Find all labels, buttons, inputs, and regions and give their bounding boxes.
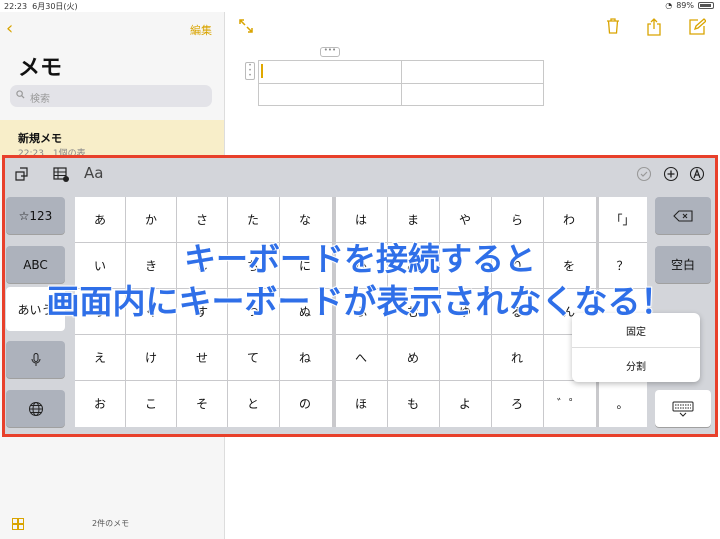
compose-icon[interactable]: [688, 18, 707, 40]
edit-button[interactable]: 編集: [190, 22, 212, 38]
page-title: メモ: [18, 56, 63, 81]
kana-key[interactable]: ね: [280, 335, 330, 380]
table-cell[interactable]: [400, 60, 544, 84]
search-placeholder: 検索: [30, 94, 50, 105]
kana-key[interactable]: へ: [336, 335, 386, 380]
split-option[interactable]: 分割: [572, 358, 700, 373]
table-cell[interactable]: [400, 82, 544, 106]
kana-key[interactable]: せ: [177, 335, 227, 380]
table-cell[interactable]: [258, 82, 402, 106]
trash-icon[interactable]: [606, 18, 620, 38]
grid-line: [336, 380, 596, 381]
table-row-handle[interactable]: • • •: [245, 62, 255, 80]
gallery-view-icon[interactable]: [12, 515, 24, 534]
keyboard-layout-popup: 固定 分割: [572, 313, 700, 382]
globe-key[interactable]: [6, 390, 65, 427]
keyboard-toolbar: Aa: [5, 158, 715, 190]
punct-key[interactable]: 。: [599, 381, 646, 426]
wifi-icon: ◔: [665, 1, 673, 10]
grid-line: [75, 380, 332, 381]
search-icon: [16, 90, 25, 99]
table-insert-icon[interactable]: [53, 166, 69, 186]
kana-key[interactable]: [440, 335, 490, 380]
share-icon[interactable]: [646, 18, 662, 40]
fixed-option[interactable]: 固定: [572, 323, 700, 338]
table-column-handle[interactable]: •••: [320, 47, 340, 57]
delete-key[interactable]: [655, 197, 711, 234]
battery-icon: [698, 2, 714, 9]
search-input[interactable]: 検索: [10, 85, 212, 107]
overlay-caption-line2: 画面内にキーボードが表示されなくなる！: [46, 281, 675, 322]
text-cursor: [261, 64, 263, 78]
battery-percent: 89%: [676, 1, 694, 10]
kana-key[interactable]: と: [228, 381, 278, 426]
hide-keyboard-key[interactable]: [655, 390, 711, 427]
note-count: 2件のメモ: [92, 519, 130, 528]
kana-key[interactable]: て: [228, 335, 278, 380]
grid-line: [336, 334, 596, 335]
list-item[interactable]: 新規メモ 22:23 1個の表: [0, 120, 224, 160]
popup-divider: [572, 347, 700, 348]
checklist-icon[interactable]: [636, 166, 652, 186]
globe-icon: [28, 401, 43, 416]
microphone-icon: [31, 352, 40, 366]
kana-key[interactable]: ろ: [492, 381, 542, 426]
kana-key[interactable]: ほ: [336, 381, 386, 426]
kana-key[interactable]: ゛゜: [544, 381, 594, 426]
kana-key[interactable]: め: [388, 335, 438, 380]
markup-icon[interactable]: [689, 166, 705, 186]
kana-key[interactable]: れ: [492, 335, 542, 380]
table-cell[interactable]: [258, 60, 402, 84]
kana-key[interactable]: こ: [126, 381, 176, 426]
delete-icon: [673, 209, 693, 222]
format-button[interactable]: Aa: [84, 164, 103, 182]
undo-icon[interactable]: [14, 166, 30, 186]
kana-key[interactable]: そ: [177, 381, 227, 426]
expand-icon[interactable]: [238, 18, 254, 38]
status-date: 6月30日(火): [32, 2, 78, 11]
kana-key[interactable]: も: [388, 381, 438, 426]
back-chevron-icon[interactable]: ‹: [6, 18, 13, 39]
note-title: 新規メモ: [18, 132, 62, 145]
keyboard-hide-icon: [672, 401, 694, 417]
status-bar: 22:23 6月30日(火) ◔ 89%: [0, 0, 720, 12]
dictation-key[interactable]: [6, 341, 65, 378]
grid-line: [75, 334, 332, 335]
kana-key[interactable]: え: [75, 335, 125, 380]
kana-key[interactable]: の: [280, 381, 330, 426]
number-mode-key[interactable]: ☆123: [6, 197, 65, 234]
kana-key[interactable]: お: [75, 381, 125, 426]
status-time: 22:23: [4, 2, 28, 11]
kana-key[interactable]: よ: [440, 381, 490, 426]
note-table[interactable]: [258, 60, 544, 106]
add-icon[interactable]: [663, 166, 679, 186]
overlay-caption-line1: キーボードを接続すると: [183, 239, 537, 279]
kana-key[interactable]: け: [126, 335, 176, 380]
status-time-date: 22:23 6月30日(火): [4, 1, 78, 12]
